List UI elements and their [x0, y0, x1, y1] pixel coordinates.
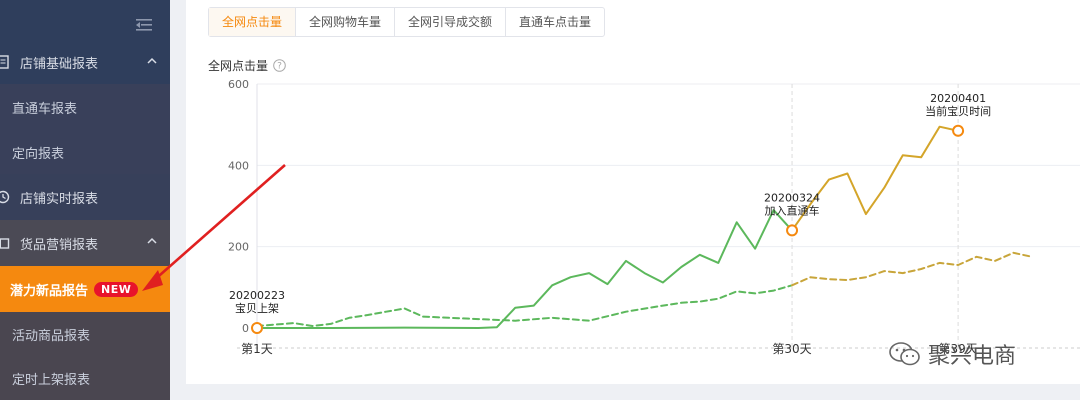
wechat-icon [889, 342, 920, 366]
chart-title-row: 全网点击量 ? [208, 57, 286, 74]
chevron-up-icon [147, 57, 157, 64]
goods-icon [0, 238, 10, 249]
sidebar-item-label: 定时上架报表 [12, 372, 91, 388]
sidebar-item-scheduled-listing-report[interactable]: 定时上架报表 [0, 356, 170, 400]
sidebar-item-label: 店铺实时报表 [20, 191, 99, 207]
sidebar-item-label: 直通车报表 [12, 101, 78, 117]
sidebar-item-potential-new-product-report[interactable]: 潜力新品报告 NEW [0, 266, 170, 312]
clock-icon [0, 190, 10, 204]
watermark: 聚兴电商 [888, 338, 1016, 370]
tab-network-clicks[interactable]: 全网点击量 [209, 8, 297, 36]
sidebar: 店铺基础报表 直通车报表 定向报表 店铺实时报表 货品营销报表 潜力新品报告 N… [0, 0, 170, 400]
sidebar-item-targeting-report[interactable]: 定向报表 [0, 130, 170, 174]
tab-network-cart[interactable]: 全网购物车量 [296, 8, 396, 36]
sidebar-item-shop-basic-reports[interactable]: 店铺基础报表 [0, 40, 170, 84]
sidebar-item-activity-goods-report[interactable]: 活动商品报表 [0, 312, 170, 356]
menu-collapse-icon[interactable] [136, 18, 152, 32]
chevron-up-icon [147, 237, 157, 244]
sidebar-item-label: 店铺基础报表 [20, 56, 99, 72]
tab-network-gmv[interactable]: 全网引导成交额 [395, 8, 507, 36]
sidebar-item-shop-realtime-report[interactable]: 店铺实时报表 [0, 174, 170, 220]
report-icon [0, 55, 9, 69]
sidebar-item-label: 货品营销报表 [20, 237, 99, 253]
metric-tabs: 全网点击量 全网购物车量 全网引导成交额 直通车点击量 [208, 7, 606, 37]
sidebar-item-label: 定向报表 [12, 146, 65, 162]
svg-text:?: ? [277, 62, 282, 72]
sidebar-item-goods-marketing-reports[interactable]: 货品营销报表 [0, 220, 170, 266]
sidebar-item-label: 潜力新品报告 [10, 283, 89, 299]
main-panel: 全网点击量 全网购物车量 全网引导成交额 直通车点击量 全网点击量 ? [186, 0, 1080, 384]
chart-title: 全网点击量 [208, 59, 269, 73]
watermark-text: 聚兴电商 [928, 344, 1017, 369]
sidebar-item-direct-train-report[interactable]: 直通车报表 [0, 84, 170, 130]
tab-direct-train-clicks[interactable]: 直通车点击量 [506, 8, 604, 36]
help-icon[interactable]: ? [273, 59, 286, 72]
new-badge: NEW [94, 281, 139, 297]
sidebar-item-label: 活动商品报表 [12, 328, 91, 344]
